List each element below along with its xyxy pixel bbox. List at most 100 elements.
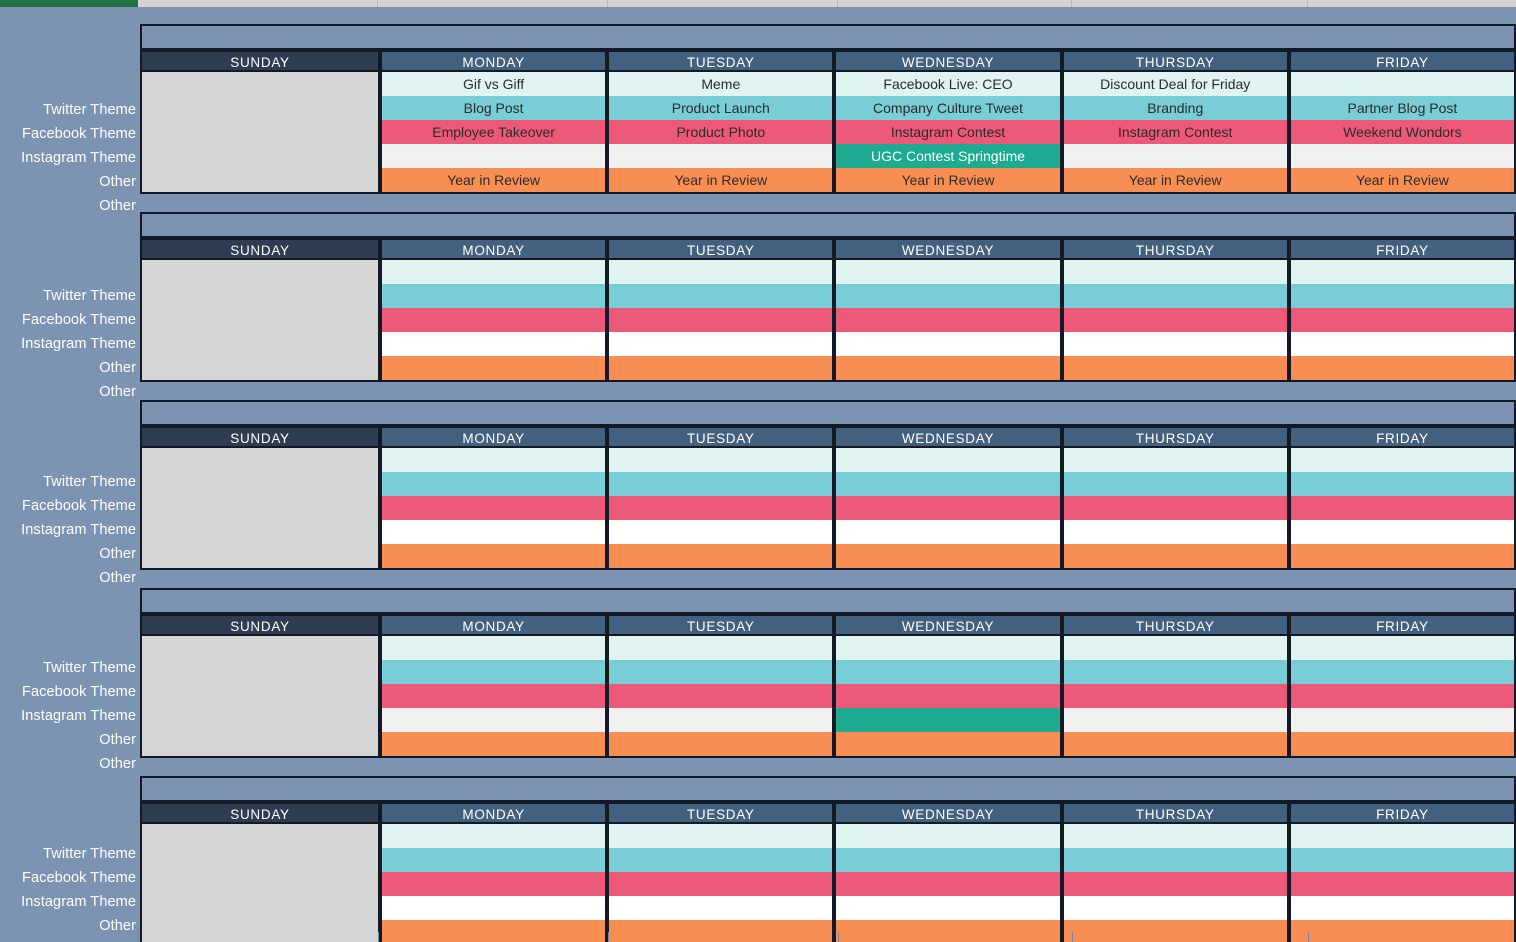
calendar-cell-monday-other-4[interactable] (382, 544, 606, 568)
calendar-cell-tuesday-instagram-theme-2[interactable] (609, 872, 833, 896)
calendar-cell-wednesday-instagram-theme-2[interactable] (836, 684, 1060, 708)
week-title-bar-5[interactable] (140, 776, 1516, 802)
calendar-cell-thursday-other-3[interactable] (1063, 896, 1287, 920)
calendar-cell-monday-other-3[interactable] (382, 708, 606, 732)
calendar-cell-tuesday-facebook-theme-1[interactable]: Product Launch (609, 96, 833, 120)
sheet-column-header-5[interactable] (1072, 0, 1308, 7)
sheet-column-header-6[interactable] (1308, 0, 1516, 7)
calendar-cell-tuesday-twitter-theme-0[interactable] (609, 448, 833, 472)
calendar-cell-monday-facebook-theme-1[interactable] (382, 284, 606, 308)
calendar-cell-friday-instagram-theme-2[interactable] (1290, 496, 1515, 520)
calendar-cell-wednesday-other-3[interactable] (836, 332, 1060, 356)
sheet-column-header-4[interactable] (838, 0, 1072, 7)
calendar-cell-wednesday-facebook-theme-1[interactable] (836, 848, 1060, 872)
calendar-cell-thursday-other-4[interactable]: Year in Review (1063, 168, 1287, 192)
calendar-cell-friday-facebook-theme-1[interactable] (1290, 660, 1515, 684)
calendar-cell-wednesday-instagram-theme-2[interactable]: Instagram Contest (836, 120, 1060, 144)
calendar-cell-friday-facebook-theme-1[interactable] (1290, 472, 1515, 496)
calendar-cell-tuesday-other-3[interactable] (609, 708, 833, 732)
week-title-bar-3[interactable] (140, 400, 1516, 426)
calendar-cell-monday-instagram-theme-2[interactable]: Employee Takeover (382, 120, 606, 144)
week-title-bar-1[interactable] (140, 24, 1516, 50)
calendar-cell-monday-facebook-theme-1[interactable] (382, 660, 606, 684)
calendar-cell-monday-twitter-theme-0[interactable] (382, 448, 606, 472)
calendar-cell-thursday-other-3[interactable] (1063, 144, 1287, 168)
calendar-cell-thursday-other-4[interactable] (1063, 356, 1287, 380)
sheet-column-header-1[interactable] (138, 0, 378, 7)
calendar-cell-monday-instagram-theme-2[interactable] (382, 496, 606, 520)
calendar-cell-wednesday-instagram-theme-2[interactable] (836, 308, 1060, 332)
calendar-cell-thursday-other-4[interactable] (1063, 732, 1287, 756)
calendar-cell-monday-facebook-theme-1[interactable] (382, 472, 606, 496)
calendar-cell-thursday-other-3[interactable] (1063, 708, 1287, 732)
calendar-cell-friday-twitter-theme-0[interactable] (1290, 260, 1515, 284)
calendar-cell-tuesday-facebook-theme-1[interactable] (609, 660, 833, 684)
calendar-cell-tuesday-twitter-theme-0[interactable] (609, 824, 833, 848)
calendar-cell-sunday-merged[interactable] (142, 636, 378, 756)
calendar-cell-tuesday-other-4[interactable] (609, 356, 833, 380)
calendar-cell-sunday-merged[interactable] (142, 260, 378, 380)
calendar-cell-tuesday-other-3[interactable] (609, 332, 833, 356)
calendar-cell-monday-facebook-theme-1[interactable] (382, 848, 606, 872)
calendar-cell-thursday-other-3[interactable] (1063, 520, 1287, 544)
calendar-cell-thursday-twitter-theme-0[interactable]: Discount Deal for Friday (1063, 72, 1287, 96)
calendar-cell-wednesday-other-3[interactable]: UGC Contest Springtime (836, 144, 1060, 168)
calendar-cell-tuesday-other-4[interactable] (609, 732, 833, 756)
calendar-cell-friday-other-4[interactable] (1290, 732, 1515, 756)
calendar-cell-tuesday-twitter-theme-0[interactable]: Meme (609, 72, 833, 96)
calendar-cell-tuesday-twitter-theme-0[interactable] (609, 636, 833, 660)
calendar-cell-monday-other-4[interactable] (382, 732, 606, 756)
calendar-cell-tuesday-facebook-theme-1[interactable] (609, 472, 833, 496)
calendar-cell-thursday-instagram-theme-2[interactable] (1063, 308, 1287, 332)
calendar-cell-friday-facebook-theme-1[interactable]: Partner Blog Post (1290, 96, 1515, 120)
calendar-cell-monday-other-4[interactable] (382, 356, 606, 380)
calendar-cell-tuesday-twitter-theme-0[interactable] (609, 260, 833, 284)
calendar-cell-wednesday-facebook-theme-1[interactable] (836, 660, 1060, 684)
calendar-cell-monday-other-3[interactable] (382, 144, 606, 168)
calendar-cell-sunday-merged[interactable] (142, 72, 378, 192)
calendar-cell-thursday-instagram-theme-2[interactable] (1063, 496, 1287, 520)
calendar-cell-monday-other-3[interactable] (382, 896, 606, 920)
calendar-cell-wednesday-other-4[interactable] (836, 732, 1060, 756)
calendar-cell-tuesday-instagram-theme-2[interactable]: Product Photo (609, 120, 833, 144)
calendar-cell-tuesday-facebook-theme-1[interactable] (609, 284, 833, 308)
calendar-cell-wednesday-facebook-theme-1[interactable] (836, 284, 1060, 308)
calendar-cell-monday-twitter-theme-0[interactable] (382, 260, 606, 284)
calendar-cell-wednesday-other-3[interactable] (836, 708, 1060, 732)
calendar-cell-wednesday-twitter-theme-0[interactable]: Facebook Live: CEO (836, 72, 1060, 96)
calendar-cell-thursday-facebook-theme-1[interactable]: Branding (1063, 96, 1287, 120)
calendar-cell-friday-other-3[interactable] (1290, 332, 1515, 356)
calendar-cell-friday-other-3[interactable] (1290, 144, 1515, 168)
calendar-cell-monday-instagram-theme-2[interactable] (382, 872, 606, 896)
calendar-cell-thursday-other-3[interactable] (1063, 332, 1287, 356)
calendar-cell-wednesday-facebook-theme-1[interactable] (836, 472, 1060, 496)
week-title-bar-2[interactable] (140, 212, 1516, 238)
calendar-cell-friday-instagram-theme-2[interactable] (1290, 684, 1515, 708)
calendar-cell-friday-instagram-theme-2[interactable] (1290, 308, 1515, 332)
calendar-cell-tuesday-instagram-theme-2[interactable] (609, 308, 833, 332)
calendar-cell-wednesday-other-3[interactable] (836, 896, 1060, 920)
calendar-cell-tuesday-other-4[interactable]: Year in Review (609, 168, 833, 192)
calendar-cell-monday-other-3[interactable] (382, 520, 606, 544)
sheet-column-header-2[interactable] (378, 0, 608, 7)
calendar-cell-tuesday-other-4[interactable] (609, 544, 833, 568)
calendar-cell-monday-instagram-theme-2[interactable] (382, 308, 606, 332)
calendar-cell-wednesday-other-3[interactable] (836, 520, 1060, 544)
calendar-cell-tuesday-other-3[interactable] (609, 896, 833, 920)
calendar-cell-sunday-merged[interactable] (142, 824, 378, 942)
calendar-cell-sunday-merged[interactable] (142, 448, 378, 568)
calendar-cell-thursday-instagram-theme-2[interactable] (1063, 872, 1287, 896)
calendar-cell-friday-twitter-theme-0[interactable] (1290, 824, 1515, 848)
calendar-cell-tuesday-instagram-theme-2[interactable] (609, 684, 833, 708)
calendar-cell-thursday-facebook-theme-1[interactable] (1063, 848, 1287, 872)
calendar-cell-friday-other-4[interactable] (1290, 356, 1515, 380)
calendar-cell-tuesday-other-3[interactable] (609, 144, 833, 168)
calendar-cell-friday-twitter-theme-0[interactable] (1290, 448, 1515, 472)
calendar-cell-wednesday-other-4[interactable]: Year in Review (836, 168, 1060, 192)
calendar-cell-friday-other-3[interactable] (1290, 520, 1515, 544)
week-title-bar-4[interactable] (140, 588, 1516, 614)
calendar-cell-wednesday-other-4[interactable] (836, 356, 1060, 380)
calendar-cell-wednesday-instagram-theme-2[interactable] (836, 496, 1060, 520)
calendar-cell-tuesday-instagram-theme-2[interactable] (609, 496, 833, 520)
sheet-column-header-3[interactable] (608, 0, 838, 7)
